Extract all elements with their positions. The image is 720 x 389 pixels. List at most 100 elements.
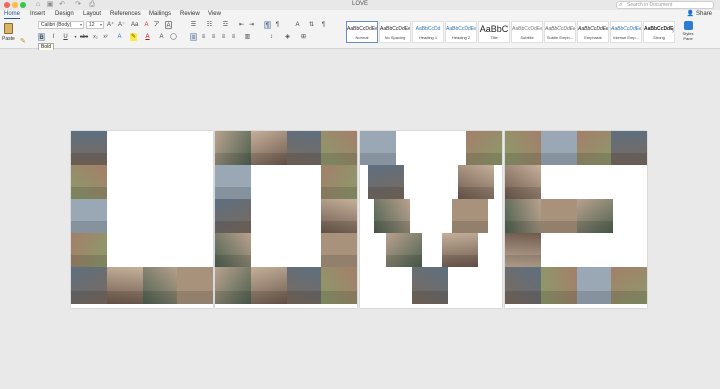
collage-photo[interactable] — [71, 233, 107, 267]
collage-photo[interactable] — [611, 267, 647, 304]
collage-photo[interactable] — [215, 267, 251, 304]
justify-icon[interactable]: ≡ — [220, 33, 227, 41]
align-left-icon[interactable]: ≡ — [190, 33, 197, 41]
collage-photo[interactable] — [321, 165, 357, 199]
grow-font-icon[interactable]: A⁺ — [107, 21, 114, 29]
collage-photo[interactable] — [505, 267, 541, 304]
collage-photo[interactable] — [505, 199, 541, 233]
character-border-icon[interactable]: A — [165, 21, 172, 29]
increase-indent-icon[interactable]: ⇥ — [248, 21, 255, 29]
tab-insert[interactable]: Insert — [30, 10, 45, 19]
rtl-paragraph-icon[interactable]: ¶ — [274, 21, 281, 29]
collage-photo[interactable] — [215, 233, 251, 267]
multilevel-list-icon[interactable]: ☲ — [222, 21, 229, 29]
collage-photo[interactable] — [412, 267, 448, 304]
search-input[interactable]: ⌕ Search in Document — [616, 1, 714, 9]
collage-photo[interactable] — [321, 199, 357, 233]
style-subtle-emphasis[interactable]: AaBbCcDdEe Subtle Emph... — [544, 21, 576, 43]
ltr-paragraph-icon[interactable]: ¶ — [264, 21, 271, 29]
collage-photo[interactable] — [541, 131, 577, 165]
collage-photo[interactable] — [374, 199, 410, 233]
share-button[interactable]: 👤 Share — [687, 10, 712, 19]
chevron-down-icon[interactable]: ▾ — [72, 33, 79, 41]
font-size-select[interactable]: 12 ▾ — [86, 21, 104, 29]
collage-photo[interactable] — [505, 165, 541, 199]
collage-photo[interactable] — [107, 267, 143, 304]
collage-photo[interactable] — [360, 131, 396, 165]
strikethrough-button[interactable]: abc — [80, 33, 88, 41]
collage-photo[interactable] — [442, 233, 478, 267]
styles-pane-button[interactable]: Styles Pane — [680, 21, 696, 45]
collage-photo[interactable] — [71, 267, 107, 304]
collage-photo[interactable] — [541, 267, 577, 304]
collage-photo[interactable] — [215, 199, 251, 233]
style-title[interactable]: AaBbC Title — [478, 21, 510, 43]
collage-photo[interactable] — [215, 131, 251, 165]
bold-button[interactable]: B — [38, 33, 45, 41]
format-painter-icon[interactable]: ✎ — [20, 37, 26, 45]
columns-icon[interactable]: ▥ — [244, 33, 251, 41]
shrink-font-icon[interactable]: A⁻ — [118, 21, 125, 29]
style-normal[interactable]: AaBbCcDdEe Normal — [346, 21, 378, 43]
collage-photo[interactable] — [505, 131, 541, 165]
collage-photo[interactable] — [577, 131, 613, 165]
style-intense-emphasis[interactable]: AaBbCcDdEe Intense Emp... — [610, 21, 642, 43]
character-shading-icon[interactable]: A — [158, 33, 165, 41]
collage-photo[interactable] — [215, 165, 251, 199]
align-center-icon[interactable]: ≡ — [200, 33, 207, 41]
style-heading-2[interactable]: AaBbCcDdEe Heading 2 — [445, 21, 477, 43]
tab-references[interactable]: References — [110, 10, 141, 19]
asian-layout-icon[interactable]: A — [294, 21, 301, 29]
style-heading-1[interactable]: AaBbCcDd Heading 1 — [412, 21, 444, 43]
collage-photo[interactable] — [368, 165, 404, 199]
tab-design[interactable]: Design — [55, 10, 74, 19]
collage-photo[interactable] — [611, 131, 647, 165]
enclose-characters-icon[interactable]: ◯ — [170, 33, 177, 41]
show-formatting-icon[interactable]: ¶ — [320, 21, 327, 29]
collage-photo[interactable] — [321, 233, 357, 267]
collage-photo[interactable] — [287, 131, 323, 165]
underline-button[interactable]: U — [62, 33, 69, 41]
clear-formatting-icon[interactable]: A — [143, 21, 150, 29]
tab-home[interactable]: Home — [4, 10, 21, 19]
collage-photo[interactable] — [321, 131, 357, 165]
tab-review[interactable]: Review — [180, 10, 200, 19]
highlight-icon[interactable]: ✎ — [130, 33, 137, 41]
decrease-indent-icon[interactable]: ⇤ — [238, 21, 245, 29]
collage-photo[interactable] — [71, 131, 107, 165]
collage-photo[interactable] — [452, 199, 488, 233]
collage-photo[interactable] — [71, 199, 107, 233]
style-strong[interactable]: AaBbCcDdEe Strong — [643, 21, 675, 43]
distributed-icon[interactable]: ≡ — [230, 33, 237, 41]
font-color-icon[interactable]: A — [144, 33, 151, 41]
shading-icon[interactable]: ◈ — [284, 33, 291, 41]
collage-photo[interactable] — [458, 165, 494, 199]
tab-mailings[interactable]: Mailings — [149, 10, 171, 19]
sort-icon[interactable]: ⇅ — [308, 21, 315, 29]
collage-photo[interactable] — [287, 267, 323, 304]
subscript-button[interactable]: x₂ — [92, 33, 99, 41]
text-effects-icon[interactable]: A — [116, 33, 123, 41]
collage-photo[interactable] — [251, 267, 287, 304]
line-spacing-icon[interactable]: ↕ — [268, 33, 275, 41]
collage-photo[interactable] — [251, 131, 287, 165]
italic-button[interactable]: I — [50, 33, 57, 41]
font-name-select[interactable]: Calibri (Body) ▾ — [38, 21, 84, 29]
collage-photo[interactable] — [505, 233, 541, 267]
paste-button[interactable]: Paste — [2, 21, 16, 43]
change-case-icon[interactable]: Aa — [131, 21, 138, 29]
borders-icon[interactable]: ⊞ — [300, 33, 307, 41]
collage-photo[interactable] — [577, 267, 613, 304]
collage-photo[interactable] — [577, 199, 613, 233]
bullets-icon[interactable]: ☰ — [190, 21, 197, 29]
numbering-icon[interactable]: ☷ — [206, 21, 213, 29]
phonetic-guide-icon[interactable]: ア — [153, 21, 160, 29]
collage-photo[interactable] — [321, 267, 357, 304]
collage-photo[interactable] — [71, 165, 107, 199]
tab-layout[interactable]: Layout — [83, 10, 101, 19]
collage-photo[interactable] — [177, 267, 213, 304]
styles-more-icon[interactable]: › — [672, 29, 674, 35]
style-emphasis[interactable]: AaBbCcDdEe Emphasis — [577, 21, 609, 43]
style-no-spacing[interactable]: AaBbCcDdEe No Spacing — [379, 21, 411, 43]
style-subtitle[interactable]: AaBbCcDdEe Subtitle — [511, 21, 543, 43]
